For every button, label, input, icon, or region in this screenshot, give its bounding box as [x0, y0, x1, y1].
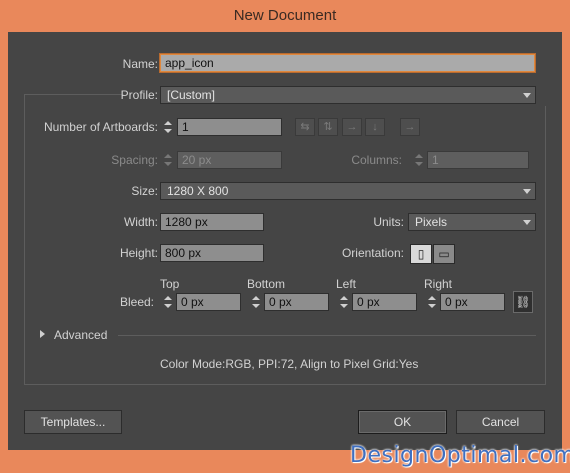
bleed-right-stepper[interactable] [425, 293, 439, 311]
columns-stepper [412, 151, 426, 169]
arrange-by-row-icon[interactable]: → [342, 118, 362, 136]
bleed-label: Bleed: [119, 295, 154, 309]
chevron-down-icon [521, 89, 533, 101]
link-icon[interactable]: ⛓ [513, 291, 533, 313]
bleed-right-label: Right [424, 277, 453, 291]
group-border-left [24, 94, 25, 384]
bleed-left-stepper[interactable] [337, 293, 351, 311]
spacing-stepper [161, 151, 175, 169]
units-select[interactable]: Pixels [408, 213, 536, 231]
group-border-right [545, 106, 546, 385]
columns-input: 1 [427, 151, 529, 169]
arrow-up-icon [415, 154, 423, 158]
dialog-body: Name: app_icon Profile: [Custom] Number … [8, 32, 562, 450]
columns-label: Columns: [351, 153, 402, 167]
advanced-label[interactable]: Advanced [54, 326, 107, 344]
size-select-value: 1280 X 800 [167, 184, 229, 198]
bleed-top-stepper[interactable] [161, 293, 175, 311]
units-label: Units: [373, 215, 404, 229]
arrow-up-icon [340, 296, 348, 300]
artboards-stepper[interactable] [161, 118, 175, 136]
bleed-bottom-stepper[interactable] [249, 293, 263, 311]
arrow-down-icon [164, 304, 172, 308]
arrow-up-icon [252, 296, 260, 300]
arrow-down-icon [340, 304, 348, 308]
chevron-down-icon [521, 216, 533, 228]
arrow-down-icon [252, 304, 260, 308]
spacing-input: 20 px [177, 151, 282, 169]
height-input[interactable]: 800 px [160, 244, 264, 262]
arrange-by-column-icon[interactable]: ↓ [365, 118, 385, 136]
arrow-down-icon [164, 162, 172, 166]
templates-button[interactable]: Templates... [24, 410, 122, 434]
bleed-bottom-input[interactable]: 0 px [264, 293, 329, 311]
portrait-icon[interactable]: ▯ [410, 244, 432, 264]
height-label: Height: [119, 246, 158, 260]
group-border-bottom [24, 384, 546, 385]
orientation-label: Orientation: [341, 246, 404, 260]
spacing-label: Spacing: [111, 153, 158, 167]
profile-select[interactable]: [Custom] [160, 86, 536, 104]
landscape-icon[interactable]: ▭ [433, 244, 455, 264]
artboards-label: Number of Artboards: [43, 120, 158, 134]
arrow-up-icon [164, 296, 172, 300]
arrow-down-icon [164, 129, 172, 133]
bleed-bottom-label: Bottom [247, 277, 286, 291]
arrow-down-icon [428, 304, 436, 308]
width-input[interactable]: 1280 px [160, 213, 264, 231]
arrow-up-icon [164, 154, 172, 158]
document-info: Color Mode:RGB, PPI:72, Align to Pixel G… [160, 357, 419, 371]
cancel-button[interactable]: Cancel [456, 410, 545, 434]
width-label: Width: [123, 215, 158, 229]
bleed-left-label: Left [336, 277, 357, 291]
units-select-value: Pixels [415, 215, 448, 229]
window-title: New Document [233, 7, 337, 24]
bleed-left-input[interactable]: 0 px [352, 293, 417, 311]
expand-triangle-icon[interactable] [40, 330, 45, 338]
profile-label: Profile: [120, 88, 158, 102]
advanced-divider [118, 335, 536, 336]
grid-by-row-icon[interactable]: ⇆ [295, 118, 315, 136]
chevron-down-icon [521, 185, 533, 197]
artboards-input[interactable]: 1 [177, 118, 282, 136]
layout-right-to-left-icon[interactable]: → [400, 118, 420, 136]
bleed-top-input[interactable]: 0 px [176, 293, 241, 311]
bleed-top-label: Top [160, 277, 180, 291]
size-label: Size: [131, 184, 158, 198]
size-select[interactable]: 1280 X 800 [160, 182, 536, 200]
watermark: DesignOptimal.com [350, 443, 570, 468]
arrow-up-icon [164, 121, 172, 125]
grid-by-column-icon[interactable]: ⇅ [318, 118, 338, 136]
arrow-up-icon [428, 296, 436, 300]
arrow-down-icon [415, 162, 423, 166]
bleed-right-input[interactable]: 0 px [440, 293, 505, 311]
name-label: Name: [122, 57, 158, 71]
ok-button[interactable]: OK [358, 410, 447, 434]
profile-select-value: [Custom] [167, 88, 216, 102]
name-input[interactable]: app_icon [160, 54, 535, 72]
